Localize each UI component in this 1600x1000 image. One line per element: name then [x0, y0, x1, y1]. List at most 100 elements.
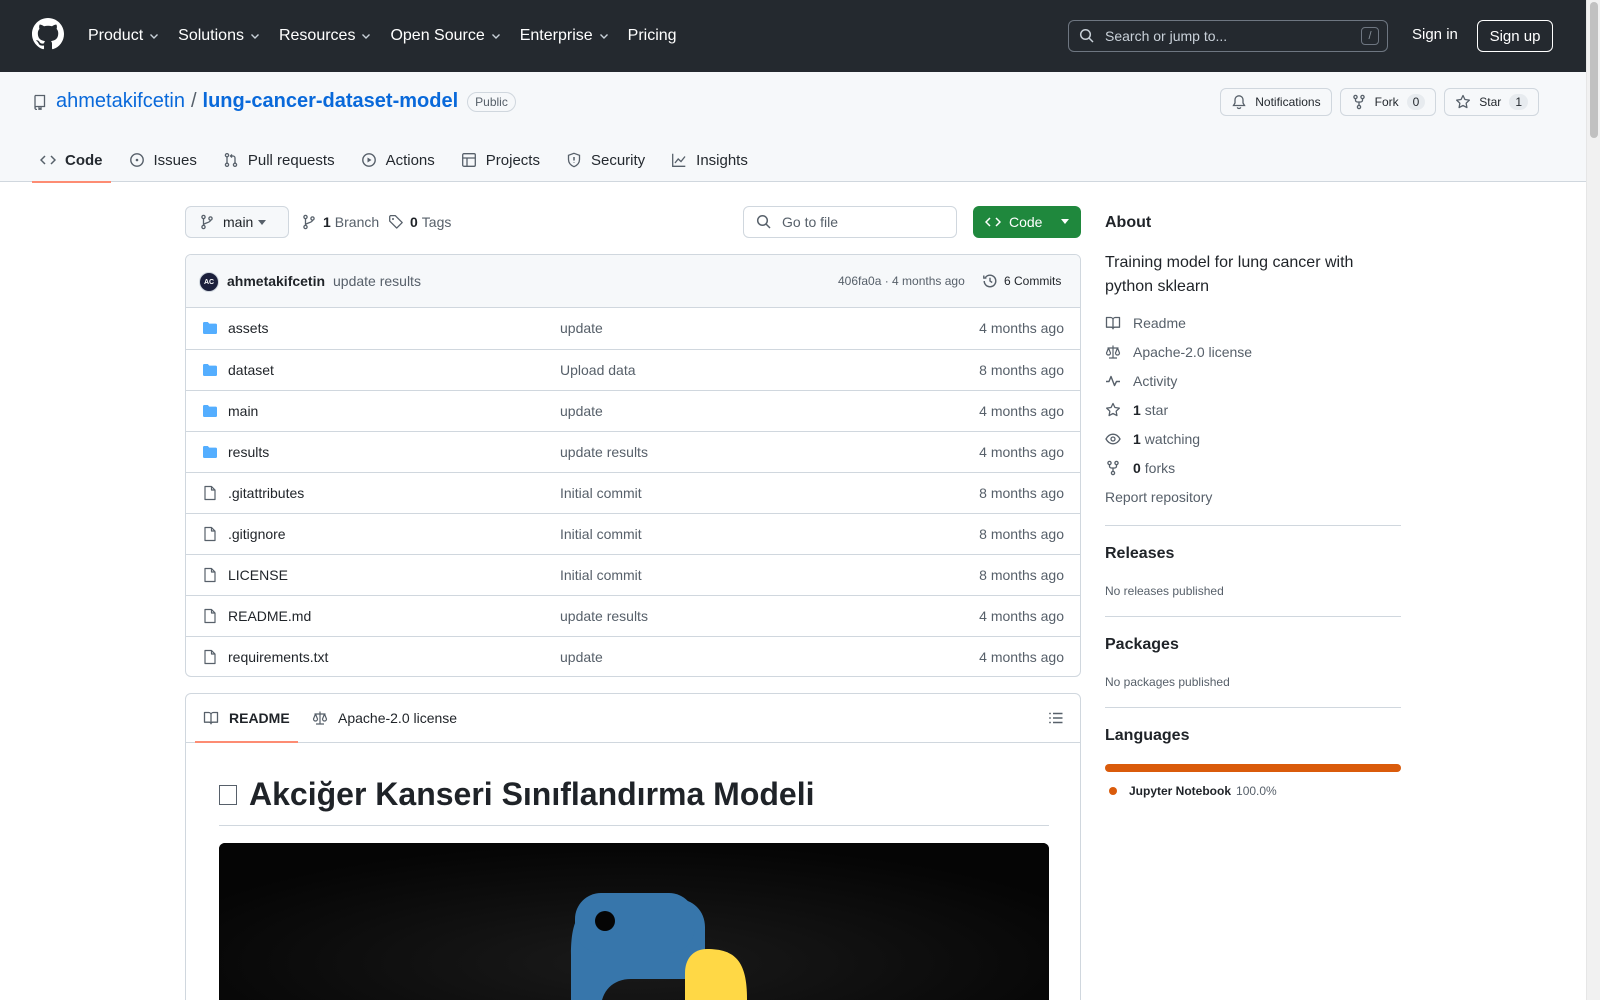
report-repository-link[interactable]: Report repository — [1105, 489, 1212, 505]
commit-message[interactable]: update results — [333, 273, 421, 289]
file-commit-message[interactable]: Upload data — [560, 362, 636, 378]
file-name-link[interactable]: dataset — [228, 362, 274, 378]
page-scrollbar[interactable] — [1586, 0, 1600, 1000]
tab-insights[interactable]: Insights — [663, 138, 756, 182]
issue-icon — [129, 153, 144, 167]
sign-up-button[interactable]: Sign up — [1477, 20, 1553, 52]
file-commit-message[interactable]: update results — [560, 444, 648, 460]
file-commit-date: 4 months ago — [979, 320, 1064, 336]
nav-enterprise[interactable]: Enterprise — [520, 27, 610, 45]
commit-author[interactable]: ahmetakifcetin — [227, 273, 325, 289]
repo-actions: Notifications Fork 0 Star 1 — [1212, 88, 1539, 116]
shield-icon — [567, 152, 581, 168]
notifications-button[interactable]: Notifications — [1220, 88, 1332, 116]
tab-actions[interactable]: Actions — [353, 138, 443, 182]
file-commit-date: 4 months ago — [979, 608, 1064, 624]
releases-title[interactable]: Releases — [1105, 545, 1174, 563]
file-commit-message[interactable]: update — [560, 649, 603, 665]
commits-link[interactable]: 6 Commits — [982, 273, 1061, 289]
file-name-link[interactable]: .gitignore — [228, 526, 286, 542]
file-name-link[interactable]: requirements.txt — [228, 649, 328, 665]
file-name-link[interactable]: main — [228, 403, 258, 419]
file-commit-date: 4 months ago — [979, 444, 1064, 460]
watchers-link[interactable]: 1 watching — [1105, 431, 1200, 447]
nav-pricing[interactable]: Pricing — [628, 27, 677, 45]
repo-breadcrumb: ahmetakifcetin / lung-cancer-dataset-mod… — [32, 90, 516, 113]
file-name-link[interactable]: .gitattributes — [228, 485, 304, 501]
search-input[interactable]: Search or jump to... / — [1068, 20, 1388, 52]
file-commit-message[interactable]: Initial commit — [560, 567, 642, 583]
chevron-down-icon — [599, 34, 608, 39]
fork-icon — [1107, 460, 1119, 476]
anchor-link-icon[interactable] — [219, 784, 237, 805]
packages-title[interactable]: Packages — [1105, 636, 1179, 654]
file-commit-message[interactable]: Initial commit — [560, 526, 642, 542]
tab-code[interactable]: Code — [32, 138, 111, 183]
file-commit-message[interactable]: update — [560, 403, 603, 419]
tab-issues[interactable]: Issues — [121, 138, 205, 182]
file-name-link[interactable]: results — [228, 444, 269, 460]
branch-name: main — [223, 214, 254, 230]
nav-product[interactable]: Product — [88, 27, 160, 45]
play-icon — [361, 153, 376, 167]
scrollbar-thumb[interactable] — [1590, 2, 1598, 138]
table-row[interactable]: .gitattributes Initial commit 8 months ago — [186, 472, 1080, 513]
fork-button[interactable]: Fork 0 — [1339, 88, 1437, 116]
code-download-button[interactable]: Code — [973, 206, 1081, 238]
search-icon — [756, 214, 771, 229]
tags-link[interactable]: 0 Tags — [388, 206, 451, 238]
tab-readme[interactable]: README — [195, 694, 298, 743]
table-row[interactable]: results update results 4 months ago — [186, 431, 1080, 472]
file-commit-date: 8 months ago — [979, 485, 1064, 501]
file-icon — [202, 608, 218, 624]
branch-select[interactable]: main — [185, 206, 289, 238]
file-browser: AC ahmetakifcetin update results 406fa0a… — [185, 254, 1081, 677]
forks-link[interactable]: 0 forks — [1105, 460, 1175, 476]
list-outline-icon[interactable] — [1048, 710, 1064, 726]
go-to-file-input[interactable]: Go to file — [743, 206, 957, 238]
table-row[interactable]: dataset Upload data 8 months ago — [186, 349, 1080, 390]
file-commit-message[interactable]: Initial commit — [560, 485, 642, 501]
nav-open-source[interactable]: Open Source — [390, 27, 501, 45]
readme-link[interactable]: Readme — [1105, 315, 1186, 331]
readme-panel: README Apache-2.0 license Akciğer Kanser… — [185, 693, 1081, 1000]
activity-link[interactable]: Activity — [1105, 373, 1177, 389]
nav-solutions[interactable]: Solutions — [178, 27, 261, 45]
file-name-link[interactable]: README.md — [228, 608, 311, 624]
tab-projects[interactable]: Projects — [453, 138, 548, 182]
tab-pull-requests[interactable]: Pull requests — [215, 138, 343, 182]
eye-icon — [1105, 433, 1121, 445]
file-name-link[interactable]: LICENSE — [228, 567, 288, 583]
folder-icon — [202, 320, 218, 336]
avatar[interactable]: AC — [199, 272, 219, 292]
sign-in-link[interactable]: Sign in — [1412, 26, 1458, 43]
table-row[interactable]: .gitignore Initial commit 8 months ago — [186, 513, 1080, 554]
table-row[interactable]: main update 4 months ago — [186, 390, 1080, 431]
table-row[interactable]: requirements.txt update 4 months ago — [186, 636, 1080, 676]
tab-security[interactable]: Security — [558, 138, 653, 182]
file-commit-message[interactable]: update results — [560, 608, 648, 624]
github-logo-icon[interactable] — [32, 18, 64, 50]
table-row[interactable]: LICENSE Initial commit 8 months ago — [186, 554, 1080, 595]
stars-link[interactable]: 1 star — [1105, 402, 1168, 418]
table-row[interactable]: assets update 4 months ago — [186, 308, 1080, 349]
file-name-link[interactable]: assets — [228, 320, 268, 336]
language-color-dot — [1109, 787, 1117, 795]
star-button[interactable]: Star 1 — [1444, 88, 1539, 116]
chevron-down-icon — [491, 34, 500, 39]
tag-icon — [389, 214, 403, 229]
license-link[interactable]: Apache-2.0 license — [1105, 344, 1252, 360]
repo-tabs: Code Issues Pull requests Actions Projec… — [32, 138, 766, 183]
book-icon — [203, 711, 219, 725]
repo-owner-link[interactable]: ahmetakifcetin — [56, 90, 185, 113]
commit-meta[interactable]: 406fa0a · 4 months ago — [838, 274, 965, 288]
file-commit-date: 4 months ago — [979, 403, 1064, 419]
table-row[interactable]: README.md update results 4 months ago — [186, 595, 1080, 636]
language-item[interactable]: Jupyter Notebook 100.0% — [1109, 784, 1277, 798]
repo-name-link[interactable]: lung-cancer-dataset-model — [203, 90, 459, 113]
tab-license[interactable]: Apache-2.0 license — [312, 694, 457, 742]
nav-resources[interactable]: Resources — [279, 27, 372, 45]
file-commit-message[interactable]: update — [560, 320, 603, 336]
file-list: assets update 4 months ago dataset Upload da… — [186, 308, 1080, 676]
branches-link[interactable]: 1 Branch — [301, 206, 379, 238]
